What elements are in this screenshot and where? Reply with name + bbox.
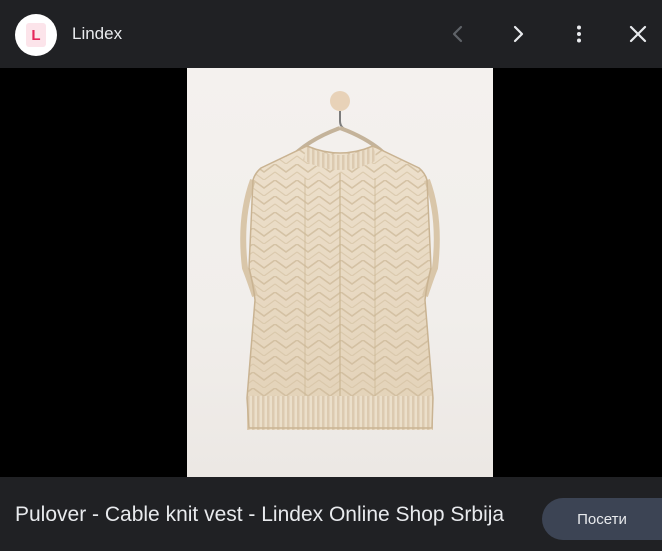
viewer-header: L Lindex	[0, 0, 662, 68]
more-options-button[interactable]	[563, 18, 595, 50]
image-title-link[interactable]: Pulover - Cable knit vest - Lindex Onlin…	[15, 500, 515, 529]
more-vert-icon	[577, 25, 581, 43]
site-logo[interactable]: L	[15, 14, 57, 56]
site-name[interactable]: Lindex	[72, 24, 122, 44]
previous-button[interactable]	[442, 18, 474, 50]
visit-button[interactable]: Посети	[542, 498, 662, 540]
image-details-footer: Pulover - Cable knit vest - Lindex Onlin…	[0, 477, 662, 551]
image-preview-area	[0, 68, 662, 477]
chevron-right-icon	[513, 25, 524, 43]
lindex-logo-icon: L	[26, 23, 46, 47]
next-button[interactable]	[502, 18, 534, 50]
product-image[interactable]	[187, 68, 493, 477]
close-icon	[629, 25, 647, 43]
close-button[interactable]	[622, 18, 654, 50]
chevron-left-icon	[452, 25, 463, 43]
sweater-vest-image	[240, 91, 440, 430]
